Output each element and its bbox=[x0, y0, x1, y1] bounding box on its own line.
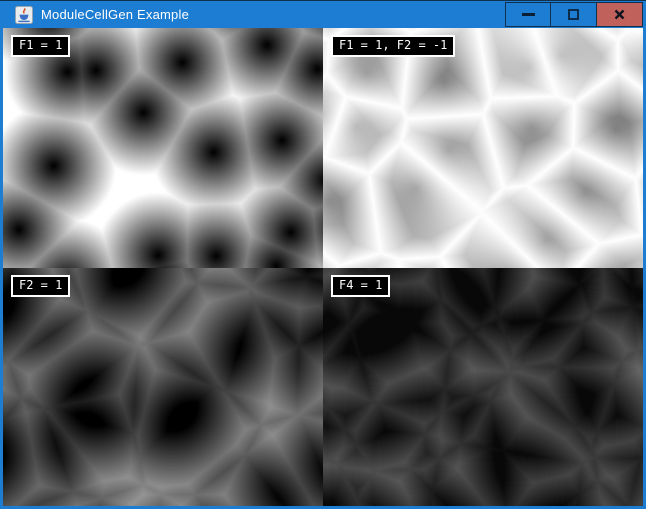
noise-canvas-f1 bbox=[3, 28, 323, 268]
render-grid: F1 = 1 F1 = 1, F2 = -1 F2 = 1 F4 = 1 bbox=[3, 28, 643, 506]
java-coffee-cup-icon bbox=[15, 6, 33, 24]
title-bar[interactable]: ModuleCellGen Example bbox=[0, 0, 646, 28]
noise-panel-f1: F1 = 1 bbox=[3, 28, 323, 268]
minimize-icon bbox=[522, 13, 535, 16]
maximize-button[interactable] bbox=[551, 2, 597, 27]
panel-label: F4 = 1 bbox=[331, 275, 390, 297]
noise-canvas-f4 bbox=[323, 268, 643, 506]
noise-panel-f1-f2: F1 = 1, F2 = -1 bbox=[323, 28, 643, 268]
app-window: ModuleCellGen Example F1 = 1 F1 = 1, F2 … bbox=[0, 0, 646, 509]
minimize-button[interactable] bbox=[505, 2, 551, 27]
window-controls bbox=[505, 2, 643, 27]
noise-panel-f2: F2 = 1 bbox=[3, 268, 323, 506]
noise-canvas-f1-f2 bbox=[323, 28, 643, 268]
close-button[interactable] bbox=[597, 2, 643, 27]
close-icon bbox=[613, 8, 626, 21]
panel-label: F1 = 1, F2 = -1 bbox=[331, 35, 455, 57]
noise-canvas-f2 bbox=[3, 268, 323, 506]
maximize-icon bbox=[568, 9, 579, 20]
window-title: ModuleCellGen Example bbox=[41, 7, 189, 22]
panel-label: F2 = 1 bbox=[11, 275, 70, 297]
noise-panel-f4: F4 = 1 bbox=[323, 268, 643, 506]
panel-label: F1 = 1 bbox=[11, 35, 70, 57]
